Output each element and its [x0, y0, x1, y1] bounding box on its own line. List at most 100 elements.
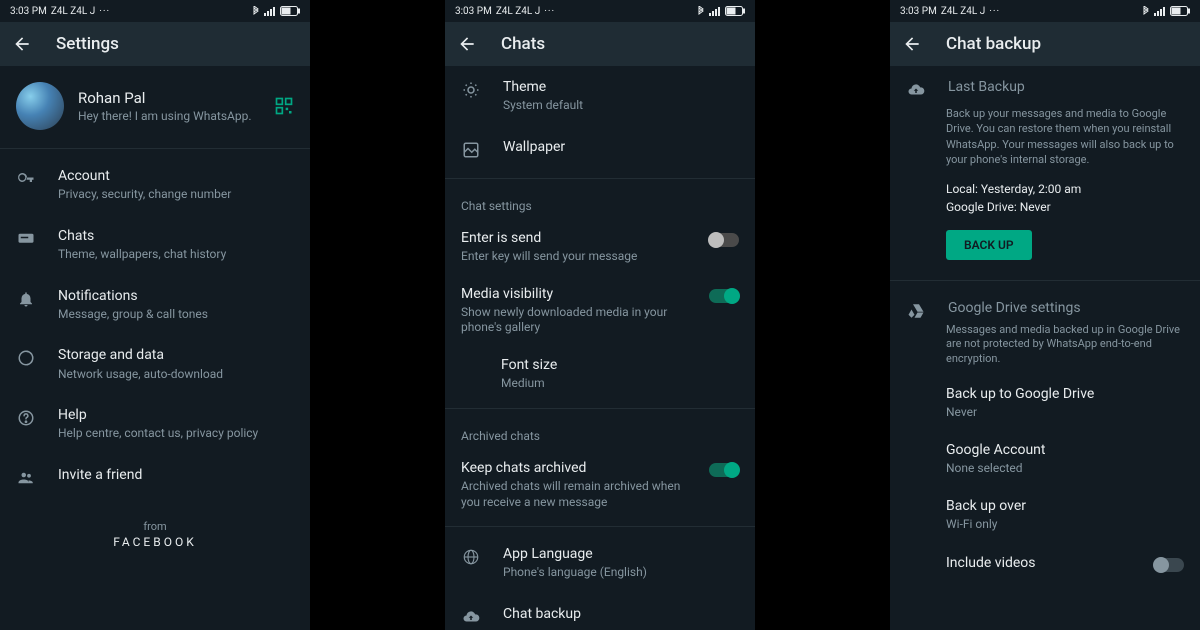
status-right-icons [252, 6, 300, 16]
battery-icon [280, 6, 300, 16]
settings-item-account[interactable]: Account Privacy, security, change number [0, 155, 310, 215]
status-dots: ··· [989, 6, 1000, 17]
media-visibility-toggle[interactable] [709, 289, 739, 303]
back-button[interactable] [12, 34, 32, 54]
divider [445, 178, 755, 179]
arrow-left-icon [457, 34, 477, 54]
footer-from: from [0, 520, 310, 533]
item-sub: Archived chats will remain archived when… [461, 479, 697, 510]
section-chat-settings: Chat settings [445, 185, 755, 219]
include-videos-row[interactable]: Include videos [890, 542, 1200, 584]
item-title: Chat backup [503, 605, 739, 623]
cloud-up-icon [461, 607, 481, 627]
backup-local: Local: Yesterday, 2:00 am [890, 180, 1200, 198]
back-button[interactable] [457, 34, 477, 54]
bluetooth-icon [1142, 6, 1150, 16]
page-title: Chats [501, 34, 545, 54]
status-bar: 3:03 PM Z4L Z4L J ··· [0, 0, 310, 22]
include-videos-label: Include videos [946, 555, 1154, 571]
item-title: Storage and data [58, 346, 294, 364]
status-time: 3:03 PM [900, 6, 937, 17]
last-backup-label: Last Backup [948, 78, 1184, 96]
item-sub: Never [946, 405, 1184, 421]
google-account-row[interactable]: Google Account None selected [890, 431, 1200, 487]
item-title: Font size [501, 356, 739, 374]
battery-icon [1170, 6, 1190, 16]
profile-row[interactable]: Rohan Pal Hey there! I am using WhatsApp… [0, 66, 310, 142]
arrow-left-icon [902, 34, 922, 54]
enter-is-send-row[interactable]: Enter is send Enter key will send your m… [445, 219, 755, 275]
wallpaper-icon [461, 140, 481, 160]
phone-backup: 3:03 PM Z4L Z4L J ··· Chat backup Last B… [890, 0, 1200, 630]
profile-status: Hey there! I am using WhatsApp. [78, 109, 260, 123]
backup-to-drive-row[interactable]: Back up to Google Drive Never [890, 375, 1200, 431]
chats-theme[interactable]: Theme System default [445, 66, 755, 126]
chats-backup[interactable]: Chat backup [445, 593, 755, 630]
item-sub: Network usage, auto-download [58, 367, 294, 383]
item-title: Media visibility [461, 285, 697, 303]
people-icon [16, 468, 36, 488]
include-videos-toggle[interactable] [1154, 558, 1184, 572]
item-title: Wallpaper [503, 138, 739, 156]
item-title: Google Account [946, 441, 1184, 459]
settings-item-notifications[interactable]: Notifications Message, group & call tone… [0, 275, 310, 335]
phone-chats: 3:03 PM Z4L Z4L J ··· Chats Theme System… [445, 0, 755, 630]
status-right-icons [697, 6, 745, 16]
settings-item-invite[interactable]: Invite a friend [0, 454, 310, 500]
chat-icon [16, 229, 36, 249]
item-title: Enter is send [461, 229, 697, 247]
item-title: App Language [503, 545, 739, 563]
keep-archived-toggle[interactable] [709, 463, 739, 477]
item-sub: System default [503, 98, 739, 114]
status-bar: 3:03 PM Z4L Z4L J ··· [445, 0, 755, 22]
qr-code-button[interactable] [274, 96, 294, 116]
item-title: Chats [58, 227, 294, 245]
item-sub: Theme, wallpapers, chat history [58, 247, 294, 263]
qr-icon [274, 96, 294, 116]
help-icon [16, 408, 36, 428]
status-bar: 3:03 PM Z4L Z4L J ··· [890, 0, 1200, 22]
item-sub: Medium [501, 376, 739, 392]
chats-language[interactable]: App Language Phone's language (English) [445, 533, 755, 593]
back-button[interactable] [902, 34, 922, 54]
avatar [16, 82, 64, 130]
topbar: Settings [0, 22, 310, 66]
topbar: Chat backup [890, 22, 1200, 66]
key-icon [16, 169, 36, 189]
backup-button[interactable]: BACK UP [946, 230, 1032, 260]
bell-icon [16, 289, 36, 309]
enter-is-send-toggle[interactable] [709, 233, 739, 247]
item-sub: Privacy, security, change number [58, 187, 294, 203]
bluetooth-icon [252, 6, 260, 16]
bluetooth-icon [697, 6, 705, 16]
page-title: Settings [56, 34, 119, 54]
globe-icon [461, 547, 481, 567]
item-sub: Enter key will send your message [461, 249, 697, 265]
brightness-icon [461, 80, 481, 100]
backup-over-row[interactable]: Back up over Wi-Fi only [890, 487, 1200, 543]
backup-gdrive: Google Drive: Never [890, 198, 1200, 216]
item-sub: None selected [946, 461, 1184, 477]
settings-item-chats[interactable]: Chats Theme, wallpapers, chat history [0, 215, 310, 275]
item-sub: Wi-Fi only [946, 517, 1184, 533]
settings-item-help[interactable]: Help Help centre, contact us, privacy po… [0, 394, 310, 454]
signal-icon [1154, 6, 1166, 16]
signal-icon [709, 6, 721, 16]
last-backup-header: Last Backup [890, 66, 1200, 102]
cloud-up-icon [906, 80, 926, 100]
item-title: Keep chats archived [461, 459, 697, 477]
chats-wallpaper[interactable]: Wallpaper [445, 126, 755, 172]
status-carrier: Z4L Z4L J [496, 6, 540, 17]
item-title: Theme [503, 78, 739, 96]
item-sub: Phone's language (English) [503, 565, 739, 581]
divider [445, 526, 755, 527]
item-title: Back up to Google Drive [946, 385, 1184, 403]
settings-item-storage[interactable]: Storage and data Network usage, auto-dow… [0, 334, 310, 394]
arrow-left-icon [12, 34, 32, 54]
media-visibility-row[interactable]: Media visibility Show newly downloaded m… [445, 275, 755, 346]
signal-icon [264, 6, 276, 16]
font-size-row[interactable]: Font size Medium [445, 346, 755, 402]
status-carrier: Z4L Z4L J [941, 6, 985, 17]
item-sub: Message, group & call tones [58, 307, 294, 323]
keep-archived-row[interactable]: Keep chats archived Archived chats will … [445, 449, 755, 520]
